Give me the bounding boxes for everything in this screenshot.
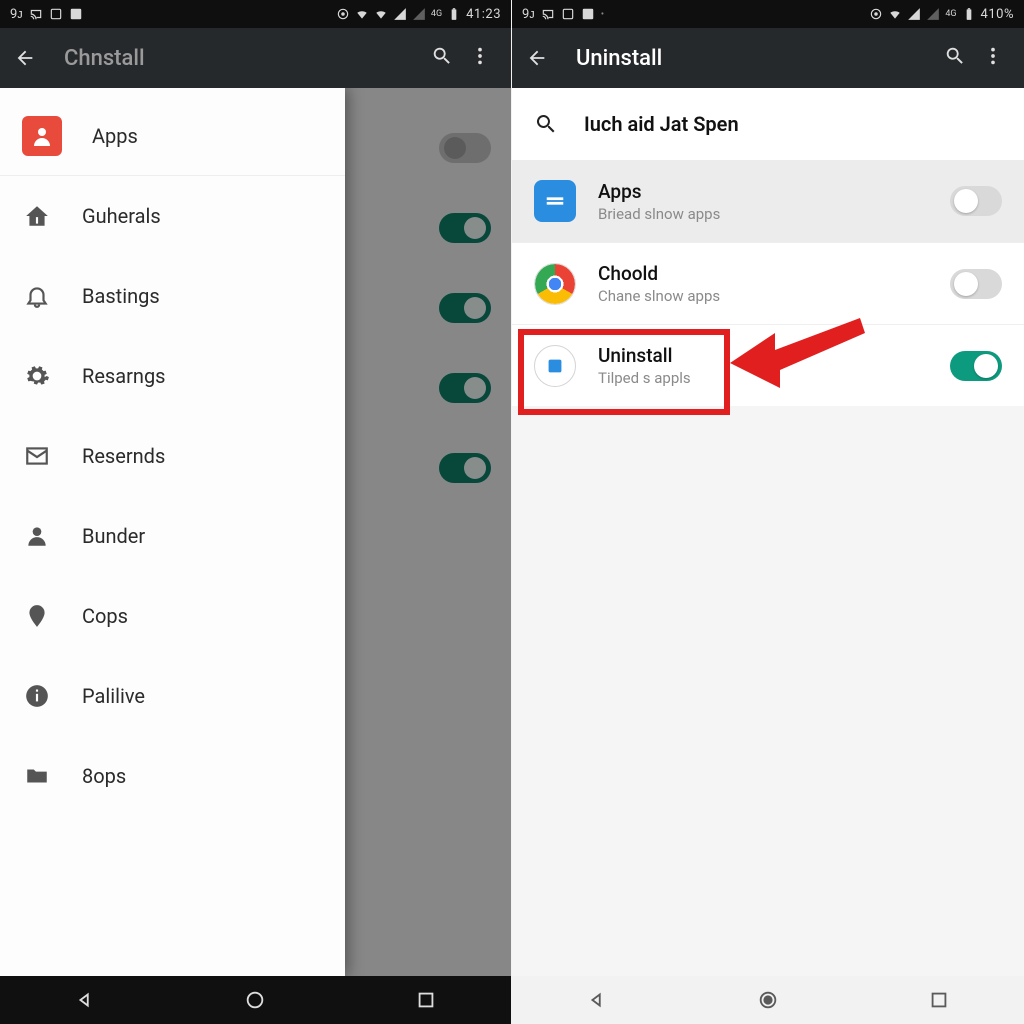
- navigation-bar: [0, 976, 511, 1024]
- app-subtitle: Chane slnow apps: [598, 287, 928, 305]
- drawer-item-label: Bunder: [82, 524, 145, 548]
- person-icon: [22, 521, 52, 551]
- app-bar-title: Uninstall: [576, 46, 934, 71]
- more-vert-icon: [469, 45, 491, 67]
- info-icon: [22, 681, 52, 711]
- cast-icon: [541, 7, 555, 21]
- signal-icon: [412, 7, 426, 21]
- search-icon: [431, 45, 453, 67]
- content-area: Apps Guherals Bastings Resarngs Resernds: [0, 88, 511, 976]
- search-text: Iuch aid Jat Spen: [584, 112, 739, 136]
- wifi-icon: [355, 7, 369, 21]
- status-text: 9ᴊ: [522, 6, 535, 22]
- nav-recents-icon[interactable]: [415, 989, 437, 1011]
- app-title: Choold: [598, 262, 928, 285]
- drawer-item[interactable]: Cops: [0, 576, 345, 656]
- app-row-apps[interactable]: Apps Briead slnow apps: [512, 160, 1024, 242]
- drawer-item-label: Palilive: [82, 684, 145, 708]
- status-time: 410%: [981, 7, 1014, 22]
- drawer-item[interactable]: Palilive: [0, 656, 345, 736]
- search-button[interactable]: [938, 39, 972, 77]
- screenshot-icon: [49, 7, 63, 21]
- home-icon: [22, 201, 52, 231]
- drawer-item[interactable]: Resarngs: [0, 336, 345, 416]
- nav-back-icon[interactable]: [74, 989, 96, 1011]
- phone-screenshot-right: 9ᴊ • 4G 410% Uninstall: [512, 0, 1024, 1024]
- status-bar: 9ᴊ • 4G 410%: [512, 0, 1024, 28]
- pin-icon: [22, 601, 52, 631]
- nav-recents-icon[interactable]: [928, 989, 950, 1011]
- drawer-item-label: Cops: [82, 604, 128, 628]
- signal-icon: [393, 7, 407, 21]
- search-row[interactable]: Iuch aid Jat Spen: [512, 88, 1024, 160]
- chrome-icon: [534, 263, 576, 305]
- target-icon: [869, 7, 883, 21]
- back-icon[interactable]: [14, 47, 36, 69]
- app-title: Uninstall: [598, 344, 928, 367]
- drawer-item-apps[interactable]: Apps: [0, 96, 345, 176]
- signal-icon: [926, 7, 940, 21]
- image-icon: [581, 7, 595, 21]
- uninstall-icon: [534, 345, 576, 387]
- search-icon: [534, 112, 558, 136]
- wifi-icon: [888, 7, 902, 21]
- toggle[interactable]: [950, 351, 1002, 381]
- status-bar: 9ᴊ 4G 41:23: [0, 0, 511, 28]
- drawer-item-label: Bastings: [82, 284, 160, 308]
- screenshot-icon: [561, 7, 575, 21]
- avatar-icon: [22, 116, 62, 156]
- image-icon: [69, 7, 83, 21]
- wifi-icon: [374, 7, 388, 21]
- search-icon: [944, 45, 966, 67]
- status-text: 9ᴊ: [10, 6, 23, 22]
- app-title: Apps: [598, 180, 928, 203]
- app-bar: Uninstall: [512, 28, 1024, 88]
- app-row-uninstall[interactable]: Uninstall Tilped s appls: [512, 324, 1024, 406]
- app-subtitle: Tilped s appls: [598, 369, 928, 387]
- search-button[interactable]: [425, 39, 459, 77]
- more-vert-icon: [982, 45, 1004, 67]
- drawer-item-label: Resernds: [82, 444, 165, 468]
- cast-icon: [29, 7, 43, 21]
- app-bar: Chnstall: [0, 28, 511, 88]
- navigation-drawer: Apps Guherals Bastings Resarngs Resernds: [0, 88, 345, 976]
- nav-home-icon[interactable]: [244, 989, 266, 1011]
- app-subtitle: Briead slnow apps: [598, 205, 928, 223]
- folder-icon: [22, 761, 52, 791]
- drawer-item[interactable]: Resernds: [0, 416, 345, 496]
- drawer-item-label: Resarngs: [82, 364, 166, 388]
- bell-icon: [22, 281, 52, 311]
- drawer-item[interactable]: Guherals: [0, 176, 345, 256]
- target-icon: [336, 7, 350, 21]
- battery-icon: [962, 7, 976, 21]
- network-text: 4G: [945, 9, 956, 19]
- content-area: Iuch aid Jat Spen Apps Briead slnow apps…: [512, 88, 1024, 976]
- toggle[interactable]: [950, 186, 1002, 216]
- navigation-bar: [512, 976, 1024, 1024]
- network-text: 4G: [431, 9, 442, 19]
- mail-icon: [22, 441, 52, 471]
- status-time: 41:23: [466, 7, 501, 22]
- signal-icon: [907, 7, 921, 21]
- back-icon[interactable]: [526, 47, 548, 69]
- toggle[interactable]: [950, 269, 1002, 299]
- drawer-item[interactable]: Bunder: [0, 496, 345, 576]
- overflow-button[interactable]: [976, 39, 1010, 77]
- nav-home-icon[interactable]: [757, 989, 779, 1011]
- drawer-item-label: 8ops: [82, 764, 126, 788]
- app-row-choold[interactable]: Choold Chane slnow apps: [512, 242, 1024, 324]
- drawer-item[interactable]: Bastings: [0, 256, 345, 336]
- phone-screenshot-left: 9ᴊ 4G 41:23 Chnstall: [0, 0, 512, 1024]
- apps-icon: [534, 180, 576, 222]
- drawer-item[interactable]: 8ops: [0, 736, 345, 816]
- battery-icon: [447, 7, 461, 21]
- nav-back-icon[interactable]: [586, 989, 608, 1011]
- app-bar-title: Chnstall: [64, 46, 421, 71]
- overflow-button[interactable]: [463, 39, 497, 77]
- gear-icon: [22, 361, 52, 391]
- drawer-item-label: Guherals: [82, 204, 161, 228]
- drawer-item-label: Apps: [92, 124, 138, 148]
- status-dot: •: [601, 9, 604, 20]
